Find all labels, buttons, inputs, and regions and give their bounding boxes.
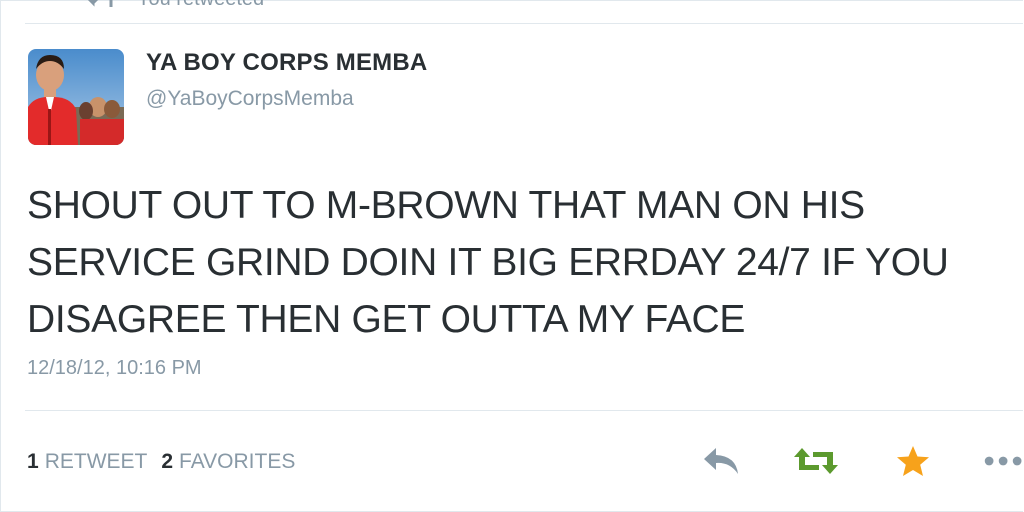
divider	[25, 23, 1023, 24]
reply-icon	[704, 448, 738, 474]
more-button[interactable]	[983, 441, 1024, 481]
display-name[interactable]: YA BOY CORPS MEMBA	[146, 49, 427, 77]
tweet-timestamp[interactable]: 12/18/12, 10:16 PM	[27, 357, 202, 380]
tweet-text: SHOUT OUT TO M-BROWN THAT MAN ON HIS SER…	[27, 184, 949, 341]
star-icon	[897, 446, 929, 476]
favorite-stat-label: FAVORITES	[179, 450, 296, 473]
more-icon	[984, 456, 1022, 466]
favorite-stat[interactable]: 2 FAVORITES	[161, 450, 295, 474]
retweet-count: 1	[27, 450, 39, 473]
tweet-detail: You retweeted YA BOY CORPS MEMBA @	[0, 0, 1023, 512]
retweet-button[interactable]	[791, 441, 841, 481]
user-handle[interactable]: @YaBoyCorpsMemba	[146, 87, 354, 111]
retweet-stat[interactable]: 1 RETWEET	[27, 450, 147, 474]
favorite-count: 2	[161, 450, 174, 473]
retweeted-context: You retweeted	[87, 0, 264, 13]
retweeted-label: You retweeted	[137, 0, 264, 11]
tweet-stats: 1 RETWEET 2 FAVORITES	[27, 450, 309, 474]
retweet-small-icon	[87, 0, 114, 7]
divider	[25, 410, 1023, 411]
retweet-stat-label: RETWEET	[44, 450, 148, 473]
avatar[interactable]	[28, 49, 124, 145]
retweet-icon	[794, 448, 838, 474]
reply-button[interactable]	[701, 441, 741, 481]
favorite-button[interactable]	[893, 441, 933, 481]
avatar-photo	[28, 49, 124, 145]
